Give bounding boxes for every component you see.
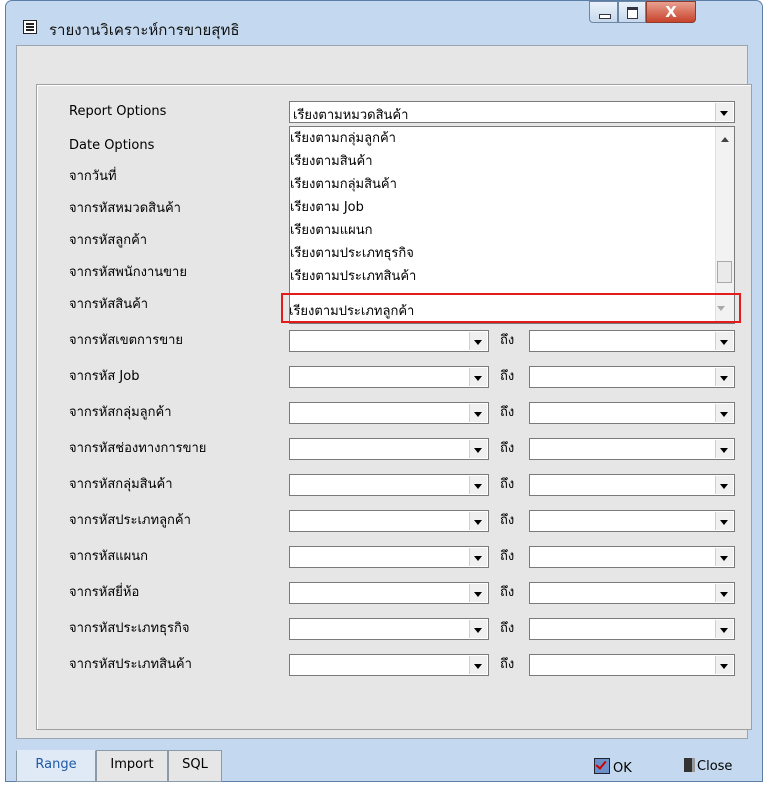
range-to-label: ถึง [500,549,515,564]
maximize-button[interactable] [618,1,646,23]
range-row-label: จากรหัสกลุ่มสินค้า [69,477,173,492]
range-row-label: จากรหัสแผนก [69,549,149,564]
range-to-select[interactable] [529,438,735,460]
chevron-down-icon[interactable] [469,332,487,350]
scroll-up-icon[interactable] [721,137,729,142]
report-options-value: เรียงตามหมวดสินค้า [293,108,409,123]
range-row-label: จากรหัสลูกค้า [69,233,148,248]
chevron-down-icon[interactable] [469,368,487,386]
date-options-label: Date Options [69,138,155,153]
tab-import[interactable]: Import [96,750,168,782]
range-from-select[interactable] [289,546,489,568]
door-exit-icon [684,758,695,772]
range-to-label: ถึง [500,657,515,672]
range-row-label: จากรหัสพนักงานขาย [69,265,187,280]
range-to-select[interactable] [529,402,735,424]
range-from-select[interactable] [289,618,489,640]
title-bar: รายงานวิเคราะห์การขายสุทธิ X [6,1,762,39]
chevron-down-icon[interactable] [469,512,487,530]
dropdown-option[interactable]: เรียงตามสินค้า [290,151,373,173]
range-to-label: ถึง [500,333,515,348]
chevron-down-icon[interactable] [715,512,733,530]
dropdown-option[interactable]: เรียงตามกลุ่มลูกค้า [290,128,396,150]
range-to-label: ถึง [500,585,515,600]
chevron-down-icon[interactable] [469,476,487,494]
range-to-label: ถึง [500,621,515,636]
chevron-down-icon[interactable] [715,656,733,674]
dropdown-option[interactable]: เรียงตามแผนก [290,220,372,242]
chevron-down-icon[interactable] [469,440,487,458]
dropdown-option[interactable]: เรียงตามประเภทสินค้า [290,266,416,288]
scroll-thumb[interactable] [717,261,732,283]
range-row-label: จากรหัสกลุ่มลูกค้า [69,405,172,420]
close-button[interactable]: Close [684,758,732,774]
range-to-select[interactable] [529,510,735,532]
app-list-icon [23,20,37,34]
chevron-down-icon[interactable] [469,584,487,602]
dropdown-option[interactable]: เรียงตามประเภทธุรกิจ [290,243,414,265]
dropdown-option[interactable]: เรียงตามกลุ่มสินค้า [290,174,397,196]
range-row-label: จากวันที่ [69,169,117,184]
ok-label: OK [613,761,632,776]
chevron-down-icon[interactable] [469,656,487,674]
range-from-select[interactable] [289,402,489,424]
range-from-select[interactable] [289,330,489,352]
range-to-label: ถึง [500,477,515,492]
chevron-down-icon[interactable] [469,404,487,422]
close-window-button[interactable]: X [646,1,696,23]
range-to-select[interactable] [529,582,735,604]
tab-sql[interactable]: SQL [168,750,222,782]
chevron-down-icon[interactable] [715,103,733,121]
range-row-label: จากรหัสประเภทสินค้า [69,657,192,672]
chevron-down-icon[interactable] [715,584,733,602]
close-label: Close [697,759,733,774]
range-row-label: จากรหัสสินค้า [69,297,149,312]
minimize-button[interactable] [589,1,618,23]
chevron-down-icon[interactable] [469,548,487,566]
chevron-down-icon[interactable] [715,476,733,494]
range-to-select[interactable] [529,366,735,388]
range-from-select[interactable] [289,582,489,604]
ok-check-icon [594,758,610,774]
range-row-label: จากรหัส Job [69,369,140,384]
range-to-label: ถึง [500,441,515,456]
chevron-down-icon[interactable] [469,620,487,638]
chevron-down-icon[interactable] [715,548,733,566]
ok-button[interactable]: OK [594,758,632,776]
report-options-label: Report Options [69,104,167,119]
window-title: รายงานวิเคราะห์การขายสุทธิ [49,21,240,39]
range-row-label: จากรหัสประเภทธุรกิจ [69,621,190,636]
report-options-select[interactable]: เรียงตามหมวดสินค้า [289,101,735,123]
chevron-down-icon[interactable] [715,368,733,386]
chevron-down-icon[interactable] [715,440,733,458]
range-to-select[interactable] [529,330,735,352]
range-to-label: ถึง [500,405,515,420]
dropdown-option[interactable]: เรียงตาม Job [290,197,364,219]
close-icon: X [665,3,677,21]
range-to-select[interactable] [529,618,735,640]
range-to-label: ถึง [500,513,515,528]
range-row-label: จากรหัสยี่ห้อ [69,585,140,600]
range-from-select[interactable] [289,474,489,496]
range-row-label: จากรหัสประเภทลูกค้า [69,513,191,528]
chevron-down-icon[interactable] [715,404,733,422]
highlight-box [281,293,741,323]
range-to-label: ถึง [500,369,515,384]
range-row-label: จากรหัสช่องทางการขาย [69,441,207,456]
range-from-select[interactable] [289,438,489,460]
range-to-select[interactable] [529,546,735,568]
range-row-label: จากรหัสเขตการขาย [69,333,184,348]
range-row-label: จากรหัสหมวดสินค้า [69,201,181,216]
chevron-down-icon[interactable] [715,620,733,638]
range-from-select[interactable] [289,366,489,388]
range-to-select[interactable] [529,654,735,676]
tab-range[interactable]: Range [16,750,96,782]
chevron-down-icon[interactable] [715,332,733,350]
range-from-select[interactable] [289,510,489,532]
range-from-select[interactable] [289,654,489,676]
range-to-select[interactable] [529,474,735,496]
